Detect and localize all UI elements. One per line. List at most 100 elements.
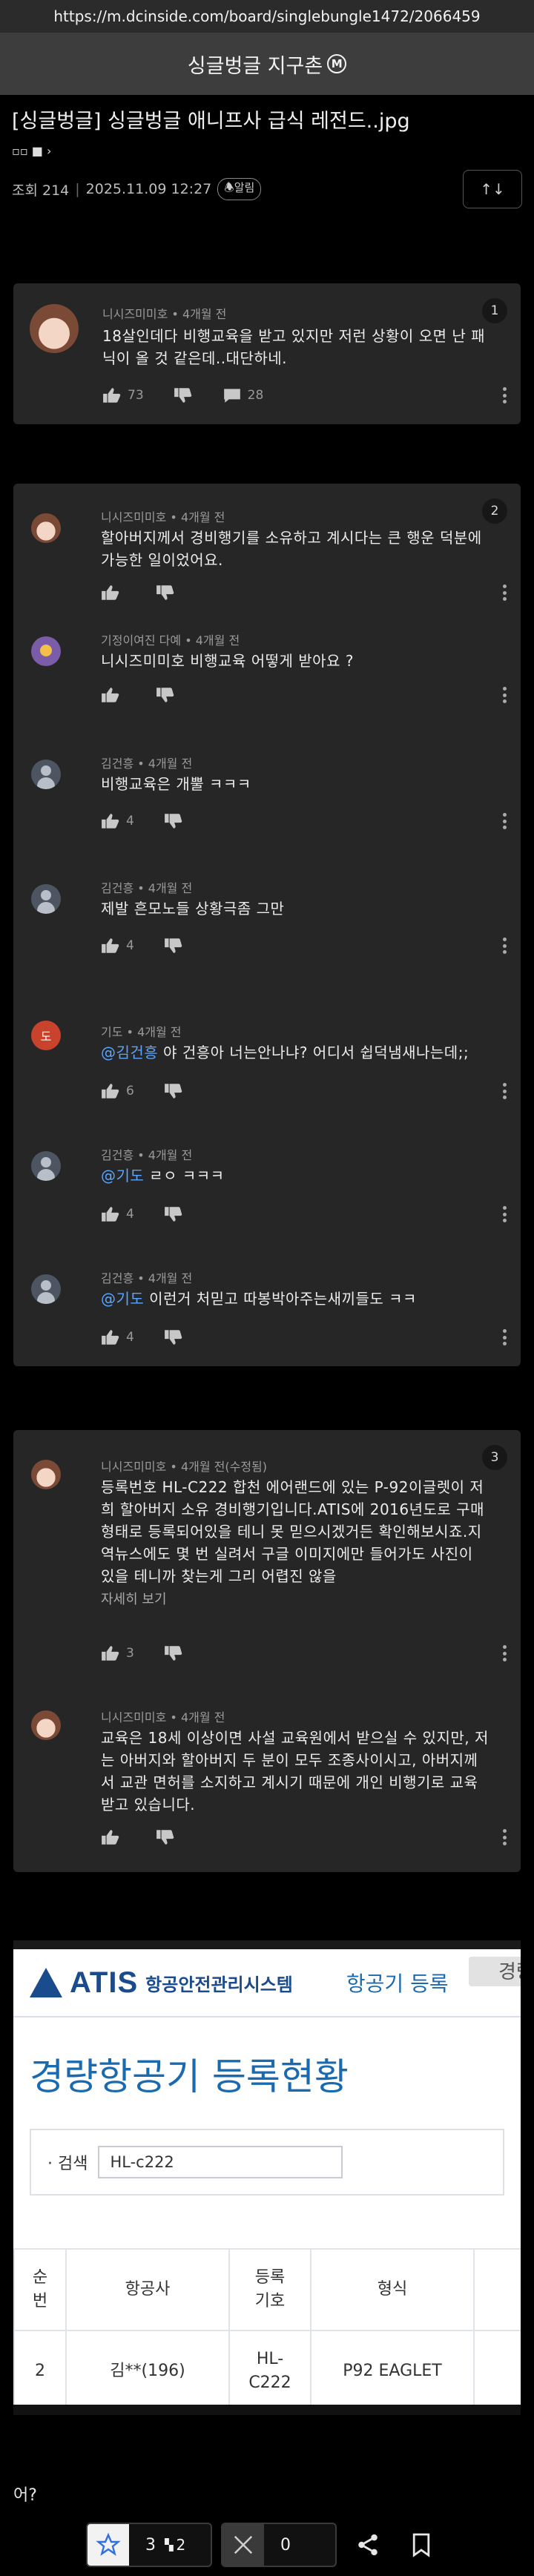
like-button[interactable]: [101, 584, 126, 601]
comment-author[interactable]: 김건흥 • 4개월 전: [101, 1145, 192, 1163]
thumbs-up-icon: [102, 1646, 119, 1661]
comment-text: 할아버지께서 경비행기를 소유하고 계시다는 큰 행운 덕분에 가능한 일이었어…: [101, 529, 482, 569]
thumbs-down-icon: [164, 1084, 182, 1098]
post-body-text: 어?: [13, 2486, 37, 2505]
alarm-button[interactable]: 🕭알림: [217, 178, 262, 200]
comment-text: @기도 ㄹㅇ ㅋㅋㅋ: [101, 1167, 225, 1185]
thumbs-down-icon: [174, 388, 191, 403]
avatar[interactable]: [31, 1151, 61, 1181]
comment-thread-1: 1 니시즈미미호 • 4개월 전 18살인데다 비행교육을 받고 있지만 저런 …: [13, 283, 521, 424]
dislike-button[interactable]: [164, 1206, 183, 1222]
thumbs-up-icon: [102, 688, 119, 702]
table-header: 형식: [310, 2248, 475, 2331]
post-title: [싱글벙글] 싱글벙글 애니프사 급식 레전드..jpg: [12, 110, 410, 133]
dislike-button[interactable]: [156, 584, 175, 601]
avatar[interactable]: 도: [31, 1021, 61, 1050]
dislike-button[interactable]: [164, 813, 183, 829]
dislike-button[interactable]: [164, 1329, 183, 1345]
avatar[interactable]: [31, 1274, 61, 1304]
dislike-button[interactable]: [164, 938, 183, 954]
more-options-icon[interactable]: [501, 810, 507, 832]
star-icon: [96, 2533, 121, 2556]
thread-number-badge: 1: [482, 298, 507, 323]
comment-author[interactable]: 기도 • 4개월 전: [101, 1022, 182, 1040]
url-text: https://m.dcinside.com/board/singlebungl…: [53, 7, 481, 25]
comment-text: 니시즈미미호 비행교육 어떻게 받아요 ?: [101, 652, 354, 670]
dislike-button[interactable]: [156, 1829, 175, 1845]
thumbs-down-icon: [164, 1207, 182, 1222]
atis-menu-item: 항공기 등록: [346, 1971, 449, 1996]
atis-page-title: 경량항공기 등록현황: [30, 2055, 349, 2098]
avatar[interactable]: [31, 636, 61, 666]
more-options-icon[interactable]: [501, 684, 507, 706]
comment-author[interactable]: 김건흥 • 4개월 전: [101, 878, 192, 896]
share-button[interactable]: [346, 2523, 390, 2567]
thumbs-down-icon: [156, 1830, 174, 1845]
table-cell: P92 EAGLET: [310, 2330, 475, 2413]
upvote-button[interactable]: 3 ▚ 2: [86, 2523, 212, 2567]
avatar[interactable]: [31, 513, 61, 543]
show-more-link[interactable]: 자세히 보기: [101, 1589, 167, 1608]
like-button[interactable]: 4: [101, 1329, 134, 1345]
browser-url-bar[interactable]: https://m.dcinside.com/board/singlebungl…: [0, 0, 534, 33]
comment-author[interactable]: 니시즈미미호 • 4개월 전: [101, 1707, 225, 1725]
more-options-icon[interactable]: [501, 1080, 507, 1102]
atis-logo: ATIS 항공안전관리시스템: [30, 1966, 293, 2000]
atis-search-input: HL-c222: [98, 2146, 343, 2178]
minor-gallery-icon: M: [327, 54, 347, 73]
avatar[interactable]: [30, 304, 79, 353]
post-attachment-icons[interactable]: ▫▫ ■ ›: [12, 144, 522, 158]
gallery-title: 싱글벙글 지구촌: [187, 54, 323, 78]
downvote-button[interactable]: 0: [221, 2523, 337, 2567]
more-options-icon[interactable]: [501, 582, 507, 604]
dislike-button[interactable]: [164, 1083, 183, 1099]
avatar[interactable]: [31, 760, 61, 789]
like-button[interactable]: 3: [101, 1645, 134, 1661]
sort-button[interactable]: ↑↓: [463, 170, 522, 208]
comment-text: 18살인데다 비행교육을 받고 있지만 저런 상황이 오면 난 패닉이 올 것 …: [102, 327, 486, 367]
thumbs-up-icon: [102, 1330, 119, 1345]
mention-link[interactable]: @기도: [101, 1167, 144, 1185]
more-options-icon[interactable]: [501, 935, 507, 957]
gallery-header[interactable]: 싱글벙글 지구촌 M: [0, 33, 534, 95]
like-button[interactable]: [101, 687, 126, 703]
atis-logo-icon: [30, 1968, 62, 1997]
like-button[interactable]: 6: [101, 1083, 134, 1099]
avatar[interactable]: [31, 1710, 61, 1740]
table-cell: 김**(196): [65, 2330, 230, 2413]
mention-link[interactable]: @김건흥: [101, 1044, 158, 1061]
atis-header: ATIS 항공안전관리시스템 항공기 등록 경량: [13, 1949, 521, 2017]
close-icon: [234, 2535, 253, 2554]
dislike-button[interactable]: [156, 687, 175, 703]
like-button[interactable]: 4: [101, 938, 134, 954]
more-options-icon[interactable]: [501, 1203, 507, 1225]
more-options-icon[interactable]: [501, 1642, 507, 1664]
like-button[interactable]: 4: [101, 813, 134, 829]
avatar[interactable]: [31, 884, 61, 914]
avatar[interactable]: [31, 1460, 61, 1489]
post-date: 2025.11.09 12:27: [85, 181, 212, 197]
like-button[interactable]: 73: [102, 387, 144, 403]
comment-author[interactable]: 니시즈미미호 • 4개월 전: [101, 507, 225, 525]
recommend-bar: 3 ▚ 2 0: [86, 2522, 449, 2568]
more-options-icon[interactable]: [501, 1826, 507, 1848]
reply-button[interactable]: 28: [222, 387, 263, 403]
more-options-icon[interactable]: [501, 1326, 507, 1348]
thumbs-up-icon: [102, 585, 119, 600]
comment-author[interactable]: 니시즈미미호 • 4개월 전: [102, 304, 226, 322]
thumbs-down-icon: [164, 938, 182, 953]
more-options-icon[interactable]: [501, 384, 507, 406]
dislike-button[interactable]: [164, 1645, 183, 1661]
bookmark-button[interactable]: [399, 2523, 444, 2567]
dislike-button[interactable]: [174, 387, 193, 403]
comment-author[interactable]: 김건흥 • 4개월 전: [101, 754, 192, 771]
comment-author[interactable]: 기정이여진 다예 • 4개월 전: [101, 630, 240, 648]
table-header: 등록 기호: [228, 2248, 312, 2331]
post-meta: 조회 214 | 2025.11.09 12:27 🕭알림: [12, 178, 262, 200]
comment-author[interactable]: 김건흥 • 4개월 전: [101, 1268, 192, 1286]
like-button[interactable]: 4: [101, 1206, 134, 1222]
like-button[interactable]: [101, 1829, 126, 1845]
comment-author[interactable]: 니시즈미미호 • 4개월 전(수정됨): [101, 1457, 267, 1475]
thumbs-down-icon: [156, 688, 174, 702]
mention-link[interactable]: @기도: [101, 1290, 144, 1308]
